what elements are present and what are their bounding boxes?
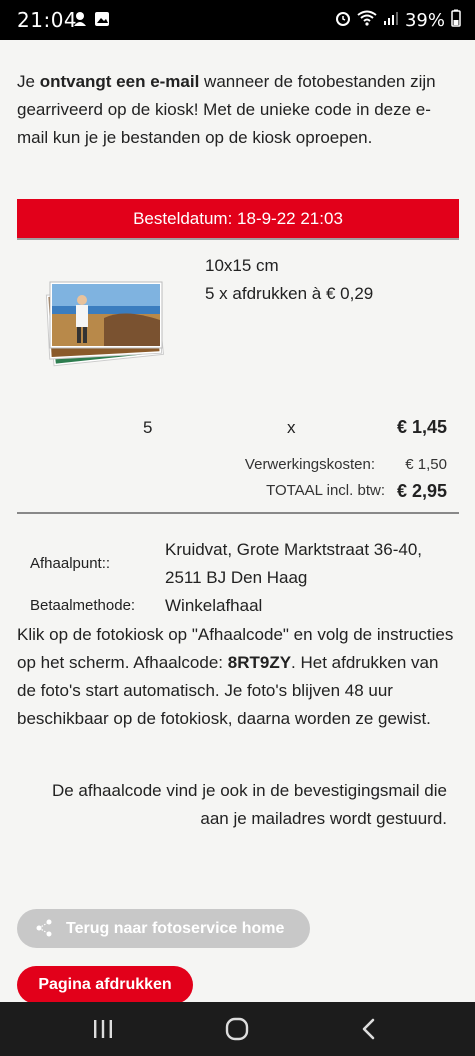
intro-text: Je ontvangt een e-mail wanneer de fotobe… xyxy=(17,72,436,147)
divider xyxy=(17,512,459,514)
battery-icon xyxy=(451,9,461,32)
signal-icon xyxy=(383,10,399,31)
share-icon xyxy=(35,919,53,942)
back-to-home-button[interactable]: Terug naar fotoservice home xyxy=(17,909,310,948)
processing-fee-label: Verwerkingskosten: xyxy=(244,456,375,473)
battery-level: 39% xyxy=(404,10,445,31)
pickup-address-line1: Kruidvat, Grote Marktstraat 36-40, xyxy=(165,540,422,559)
print-page-label: Pagina afdrukken xyxy=(38,976,172,993)
payment-method-value: Winkelafhaal xyxy=(165,596,263,615)
gallery-icon xyxy=(94,11,110,32)
order-date: Besteldatum: 18-9-22 21:03 xyxy=(133,208,343,228)
pickup-instructions: Klik op de fotokiosk op "Afhaalcode" en … xyxy=(17,625,454,728)
total-value: € 2,95 xyxy=(396,481,447,501)
system-nav-bar xyxy=(0,1002,475,1056)
product-size: 10x15 cm xyxy=(205,256,279,275)
home-icon[interactable] xyxy=(224,1016,250,1047)
pickup-code: 8RT9ZY xyxy=(227,653,292,672)
total-label: TOTAAL incl. btw: xyxy=(266,482,385,499)
quantity: 5 xyxy=(143,418,153,437)
wifi-icon xyxy=(357,10,377,31)
product-photo xyxy=(44,278,170,370)
print-page-button[interactable]: Pagina afdrukken xyxy=(17,966,193,1004)
status-bar: 21:04 39% xyxy=(0,0,475,40)
status-time: 21:04 xyxy=(17,8,78,32)
product-description: 5 x afdrukken à € 0,29 xyxy=(205,284,374,303)
payment-method-label: Betaalmethode: xyxy=(30,597,136,614)
back-icon[interactable] xyxy=(358,1016,380,1047)
line-total: € 1,45 xyxy=(396,417,447,437)
processing-fee-value: € 1,50 xyxy=(405,456,447,473)
confirmation-note: De afhaalcode vind je ook in de bevestig… xyxy=(51,781,447,828)
order-date-bar: Besteldatum: 18-9-22 21:03 xyxy=(17,199,459,240)
multiply-sign: x xyxy=(287,418,296,437)
back-to-home-label: Terug naar fotoservice home xyxy=(66,919,285,937)
alarm-icon xyxy=(335,10,351,31)
recent-apps-icon[interactable] xyxy=(92,1016,114,1047)
notification-icon xyxy=(72,10,88,33)
pickup-address-line2: 2511 BJ Den Haag xyxy=(165,568,308,587)
pickup-point-label: Afhaalpunt:: xyxy=(30,555,111,572)
